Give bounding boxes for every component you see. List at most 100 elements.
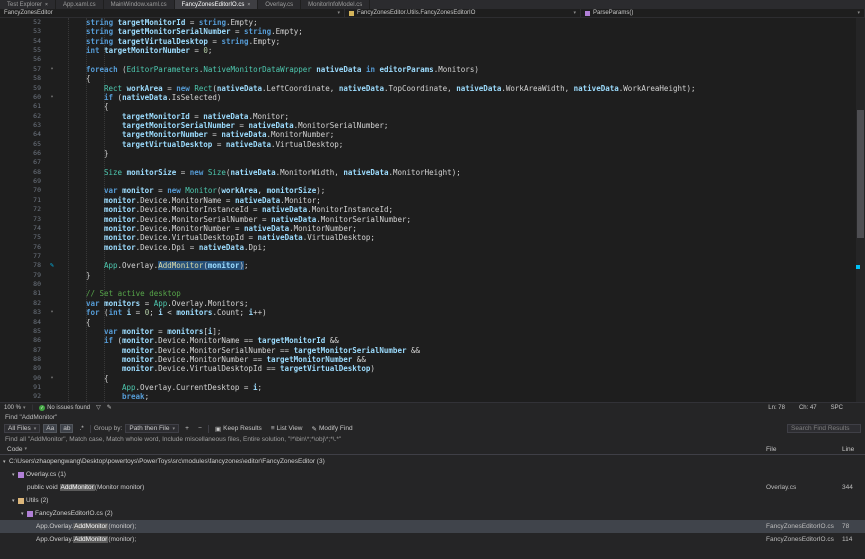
code-line[interactable]: 71monitor.Device.MonitorName = nativeDat… <box>0 196 865 205</box>
find-result-row[interactable]: ▾C:\Users\zhaopengwang\Desktop\powertoys… <box>0 455 865 468</box>
code-line[interactable]: 55int targetMonitorNumber = 0; <box>0 46 865 55</box>
code-line[interactable]: 80 <box>0 280 865 289</box>
collapse-all-button[interactable]: − <box>195 424 205 433</box>
line-number: 69 <box>0 177 46 186</box>
code-editor[interactable]: 52string targetMonitorId = string.Empty;… <box>0 18 865 402</box>
code-line[interactable]: 86if (monitor.Device.MonitorName == targ… <box>0 336 865 345</box>
find-result-row[interactable]: App.Overlay.AddMonitor(monitor);FancyZon… <box>0 520 865 533</box>
code-line[interactable]: 56 <box>0 55 865 64</box>
edit-indicator[interactable]: ✎ <box>107 404 112 411</box>
code-line[interactable]: 64targetMonitorNumber = nativeData.Monit… <box>0 130 865 139</box>
code-line[interactable]: 92break; <box>0 392 865 401</box>
code-line[interactable]: 59Rect workArea = new Rect(nativeData.Le… <box>0 84 865 93</box>
fold-chevron-icon[interactable]: ▾ <box>46 93 58 102</box>
group-by-dropdown[interactable]: Path then File ▾ <box>125 424 179 433</box>
code-line[interactable]: 60▾if (nativeData.IsSelected) <box>0 93 865 102</box>
search-find-results-input[interactable]: Search Find Results <box>787 424 861 433</box>
line-number: 76 <box>0 243 46 252</box>
fold-margin <box>46 121 58 130</box>
code-line[interactable]: 62targetMonitorId = nativeData.Monitor; <box>0 112 865 121</box>
code-line[interactable]: 82var monitors = App.Overlay.Monitors; <box>0 299 865 308</box>
code-line[interactable]: 63targetMonitorSerialNumber = nativeData… <box>0 121 865 130</box>
file-column-header[interactable]: File <box>766 446 776 453</box>
fold-margin <box>46 102 58 111</box>
fold-margin <box>46 177 58 186</box>
code-line[interactable]: 75monitor.Device.VirtualDesktopId = nati… <box>0 233 865 242</box>
code-line[interactable]: 85var monitor = monitors[i]; <box>0 327 865 336</box>
fold-chevron-icon[interactable]: ▾ <box>46 308 58 317</box>
find-result-row[interactable]: ▾FancyZonesEditorIO.cs (2) <box>0 507 865 520</box>
fold-margin <box>46 205 58 214</box>
close-icon[interactable]: × <box>45 2 48 8</box>
code-line[interactable]: 68Size monitorSize = new Size(nativeData… <box>0 168 865 177</box>
code-line[interactable]: 79} <box>0 271 865 280</box>
find-result-row[interactable]: ▾Utils (2) <box>0 494 865 507</box>
find-results-panel: Find "AddMonitor" All Files ▾ Aa ab .* G… <box>0 412 865 559</box>
chevron-down-icon: ▾ <box>857 10 860 16</box>
list-view-button[interactable]: ≡ List View <box>268 424 306 433</box>
scrollbar-thumb[interactable] <box>857 110 864 238</box>
tab-overlay-cs[interactable]: Overlay.cs <box>258 0 301 9</box>
result-text: App.Overlay.AddMonitor(monitor); <box>36 523 136 530</box>
fold-margin <box>46 55 58 64</box>
tab-mainwindow-xaml-cs[interactable]: MainWindow.xaml.cs <box>104 0 175 9</box>
match-highlight: AddMonitor <box>73 523 108 530</box>
code-line[interactable]: 65targetVirtualDesktop = nativeData.Virt… <box>0 140 865 149</box>
code-line[interactable]: 69 <box>0 177 865 186</box>
member-dropdown[interactable]: ParseParams() ▾ <box>581 9 865 17</box>
find-result-row[interactable]: public void AddMonitor(Monitor monitor)O… <box>0 481 865 494</box>
code-line[interactable]: 90▾{ <box>0 374 865 383</box>
vertical-scrollbar[interactable] <box>856 18 865 402</box>
code-line[interactable]: 70var monitor = new Monitor(workArea, mo… <box>0 186 865 195</box>
code-line[interactable]: 76monitor.Device.Dpi = nativeData.Dpi; <box>0 243 865 252</box>
code-line[interactable]: 78✎App.Overlay.AddMonitor(monitor); <box>0 261 865 270</box>
code-line[interactable]: 88monitor.Device.MonitorNumber == target… <box>0 355 865 364</box>
code-line[interactable]: 77 <box>0 252 865 261</box>
code-line[interactable]: 91App.Overlay.CurrentDesktop = i; <box>0 383 865 392</box>
code-line[interactable]: 83▾for (int i = 0; i < monitors.Count; i… <box>0 308 865 317</box>
project-dropdown[interactable]: FancyZonesEditor ▾ <box>0 9 345 17</box>
code-line[interactable]: 53string targetMonitorSerialNumber = str… <box>0 27 865 36</box>
tab-monitorinfomodel-cs[interactable]: MonitorInfoModel.cs <box>301 0 370 9</box>
regex-button[interactable]: .* <box>76 424 86 433</box>
zoom-control[interactable]: 100 % ▾ <box>4 405 26 411</box>
code-line[interactable]: 74monitor.Device.MonitorNumber = nativeD… <box>0 224 865 233</box>
type-dropdown[interactable]: FancyZonesEditor.Utils.FancyZonesEditorI… <box>345 9 581 17</box>
code-line[interactable]: 58{ <box>0 74 865 83</box>
filter-button[interactable]: ▽ <box>96 404 101 411</box>
issues-indicator[interactable]: ✓ No issues found <box>39 405 90 411</box>
fold-chevron-icon[interactable]: ▾ <box>46 65 58 74</box>
modify-find-button[interactable]: ✎ Modify Find <box>309 424 356 433</box>
close-icon[interactable]: × <box>247 2 250 8</box>
tab-test-explorer[interactable]: Test Explorer× <box>0 0 56 9</box>
code-filter-dropdown[interactable]: Code ▾ <box>4 445 30 454</box>
fold-margin <box>46 84 58 93</box>
line-number: 81 <box>0 289 46 298</box>
tab-app-xaml-cs[interactable]: App.xaml.cs <box>56 0 104 9</box>
code-line[interactable]: 89monitor.Device.VirtualDesktopId == tar… <box>0 364 865 373</box>
code-line[interactable]: 84{ <box>0 318 865 327</box>
expand-all-button[interactable]: + <box>182 424 192 433</box>
code-line[interactable]: 52string targetMonitorId = string.Empty; <box>0 18 865 27</box>
code-text: { <box>58 374 865 383</box>
code-line[interactable]: 66} <box>0 149 865 158</box>
csharp-file-icon <box>27 511 33 517</box>
code-line[interactable]: 61{ <box>0 102 865 111</box>
code-line[interactable]: 67 <box>0 158 865 167</box>
find-result-row[interactable]: App.Overlay.AddMonitor(monitor);FancyZon… <box>0 533 865 546</box>
find-result-row[interactable]: ▾Overlay.cs (1) <box>0 468 865 481</box>
fold-chevron-icon[interactable]: ▾ <box>46 374 58 383</box>
code-line[interactable]: 57▾foreach (EditorParameters.NativeMonit… <box>0 65 865 74</box>
keep-results-button[interactable]: ▣ Keep Results <box>212 424 265 433</box>
match-case-button[interactable]: Aa <box>43 424 57 433</box>
code-line[interactable]: 73monitor.Device.MonitorSerialNumber = n… <box>0 215 865 224</box>
code-line[interactable]: 72monitor.Device.MonitorInstanceId = nat… <box>0 205 865 214</box>
code-line[interactable]: 87monitor.Device.MonitorSerialNumber == … <box>0 346 865 355</box>
tab-fancyzoneseditorio-cs[interactable]: FancyZonesEditorIO.cs× <box>175 0 259 9</box>
line-column-header[interactable]: Line <box>842 446 854 453</box>
match-whole-word-button[interactable]: ab <box>60 424 73 433</box>
scope-dropdown[interactable]: All Files ▾ <box>4 424 40 433</box>
code-line[interactable]: 54string targetVirtualDesktop = string.E… <box>0 37 865 46</box>
code-line[interactable]: 81// Set active desktop <box>0 289 865 298</box>
code-text: } <box>58 271 865 280</box>
